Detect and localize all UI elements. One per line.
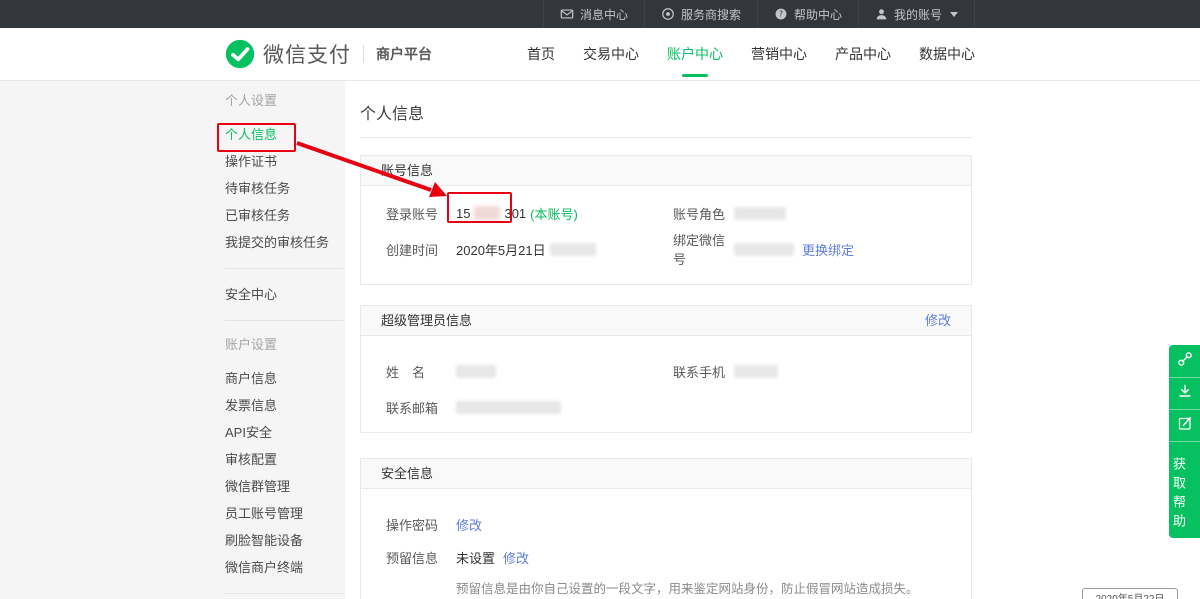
nav-item-marketing-center[interactable]: 营销中心 [751, 38, 807, 70]
sidebar-item-my-submitted-review-tasks[interactable]: 我提交的审核任务 [225, 229, 345, 256]
reserve-info-value: 未设置 [456, 548, 495, 567]
sidebar-item-api-security[interactable]: API安全 [225, 419, 345, 446]
sidebar-item-wechat-merchant-terminal[interactable]: 微信商户终端 [225, 554, 345, 581]
sidebar-item-security-center[interactable]: 安全中心 [225, 281, 345, 308]
topbar-item-label: 服务商搜索 [681, 6, 741, 23]
masked-email [456, 401, 561, 414]
note-line: 预留信息是由你自己设置的一段文字，用来鉴定网站身份，防止假冒网站造成损失。 [456, 581, 946, 598]
account-info-panel: 账号信息 登录账号 15 301 (本账号) 账号角色 [360, 155, 972, 285]
page-title: 个人信息 [360, 100, 1200, 124]
login-account-label: 登录账号 [386, 204, 456, 223]
mail-icon [560, 7, 574, 21]
main-content: 个人信息 账号信息 登录账号 15 301 (本账号) [345, 81, 1200, 599]
account-info-panel-title: 账号信息 [381, 156, 433, 185]
topbar-item-help-center[interactable]: ? 帮助中心 [757, 0, 858, 28]
reserve-info-note: 预留信息是由你自己设置的一段文字，用来鉴定网站身份，防止假冒网站造成损失。 配置… [456, 581, 946, 599]
name-label: 姓 名 [386, 362, 456, 381]
floating-action-panel: 获取帮助 [1169, 345, 1200, 538]
masked-created-time [550, 243, 596, 256]
sidebar-item-merchant-info[interactable]: 商户信息 [225, 365, 345, 392]
chevron-down-icon [950, 12, 958, 17]
sidebar-group-personal-settings: 个人设置 [225, 89, 345, 113]
topbar-item-my-account[interactable]: 我的账号 [858, 0, 975, 28]
masked-name [456, 365, 496, 378]
contact-email-label: 联系邮箱 [386, 398, 456, 417]
wechat-pay-logo-icon [225, 39, 255, 69]
masked-wechat-id [734, 243, 794, 256]
download-icon [1177, 383, 1193, 404]
created-date-text: 2020年5月21日 [456, 240, 546, 259]
get-help-button[interactable]: 获取帮助 [1169, 441, 1200, 538]
sidebar-item-operation-certificate[interactable]: 操作证书 [225, 148, 345, 175]
logo-text: 微信支付 [263, 39, 351, 69]
topbar-item-label: 消息中心 [580, 6, 628, 23]
wechat-pay-logo[interactable]: 微信支付 [225, 39, 351, 69]
masked-account-role [734, 207, 786, 220]
topbar: 消息中心 服务商搜索 ? 帮助中心 我的账号 [0, 0, 1200, 28]
page: 消息中心 服务商搜索 ? 帮助中心 我的账号 [0, 0, 1200, 599]
created-time-label: 创建时间 [386, 240, 456, 259]
masked-login-digits [474, 206, 500, 220]
header: 微信支付 商户平台 首页 交易中心 账户中心 营销中心 产品中心 数据中心 [0, 28, 1200, 81]
super-admin-panel-title: 超级管理员信息 [381, 306, 472, 335]
bound-wechat-label: 绑定微信号 [673, 230, 734, 268]
nav-item-home[interactable]: 首页 [527, 38, 555, 70]
security-info-panel: 安全信息 操作密码 修改 预留信息 未设置 修改 预留信息是由你自己设置的一段文… [360, 458, 972, 599]
change-binding-link[interactable]: 更换绑定 [802, 240, 854, 259]
question-circle-icon: ? [774, 7, 788, 21]
main-nav: 首页 交易中心 账户中心 营销中心 产品中心 数据中心 [499, 38, 975, 70]
divider [225, 593, 343, 594]
link-button[interactable] [1169, 345, 1200, 377]
sidebar-item-staff-account-management[interactable]: 员工账号管理 [225, 500, 345, 527]
super-admin-panel: 超级管理员信息 修改 姓 名 联系手机 联系邮箱 [360, 305, 972, 433]
sidebar-item-reviewed-tasks[interactable]: 已审核任务 [225, 202, 345, 229]
feedback-button[interactable] [1169, 409, 1200, 441]
divider [225, 320, 343, 321]
nav-item-product-center[interactable]: 产品中心 [835, 38, 891, 70]
divider [225, 268, 343, 269]
divider [360, 137, 972, 138]
reserve-info-label: 预留信息 [386, 548, 456, 567]
link-icon [1177, 351, 1193, 372]
sidebar-group-account-settings: 账户设置 [225, 333, 345, 357]
login-account-prefix: 15 [456, 206, 470, 221]
account-role-label: 账号角色 [673, 204, 734, 223]
topbar-item-label: 帮助中心 [794, 6, 842, 23]
login-account-value: 15 301 [456, 206, 526, 221]
operation-password-label: 操作密码 [386, 515, 456, 534]
edit-icon [1177, 415, 1193, 436]
sidebar-item-pending-review-tasks[interactable]: 待审核任务 [225, 175, 345, 202]
svg-text:?: ? [779, 10, 783, 19]
created-time-value: 2020年5月21日 [456, 240, 596, 259]
nav-item-data-center[interactable]: 数据中心 [919, 38, 975, 70]
divider [363, 45, 364, 63]
search-circle-icon [661, 7, 675, 21]
sidebar-item-invoice-info[interactable]: 发票信息 [225, 392, 345, 419]
topbar-item-message-center[interactable]: 消息中心 [543, 0, 644, 28]
sidebar: 个人设置 个人信息 操作证书 待审核任务 已审核任务 我提交的审核任务 安全中心… [0, 81, 345, 599]
topbar-item-label: 我的账号 [894, 6, 942, 23]
sidebar-item-review-config[interactable]: 审核配置 [225, 446, 345, 473]
masked-phone [734, 365, 778, 378]
current-account-tag: (本账号) [530, 204, 578, 223]
security-info-panel-title: 安全信息 [381, 459, 433, 488]
nav-item-account-center[interactable]: 账户中心 [667, 38, 723, 70]
edit-admin-link[interactable]: 修改 [925, 306, 951, 335]
sidebar-item-wechat-group-management[interactable]: 微信群管理 [225, 473, 345, 500]
edit-password-link[interactable]: 修改 [456, 515, 482, 534]
date-tooltip: 2020年5月22日 [1082, 588, 1178, 599]
sidebar-item-personal-info[interactable]: 个人信息 [225, 121, 345, 148]
sidebar-item-face-smart-device[interactable]: 刷脸智能设备 [225, 527, 345, 554]
topbar-item-service-provider-search[interactable]: 服务商搜索 [644, 0, 757, 28]
download-button[interactable] [1169, 377, 1200, 409]
user-icon [875, 8, 888, 21]
portal-label: 商户平台 [376, 44, 432, 64]
login-account-suffix: 301 [504, 206, 526, 221]
edit-reserve-info-link[interactable]: 修改 [503, 548, 529, 567]
nav-item-transaction-center[interactable]: 交易中心 [583, 38, 639, 70]
contact-phone-label: 联系手机 [673, 362, 734, 381]
